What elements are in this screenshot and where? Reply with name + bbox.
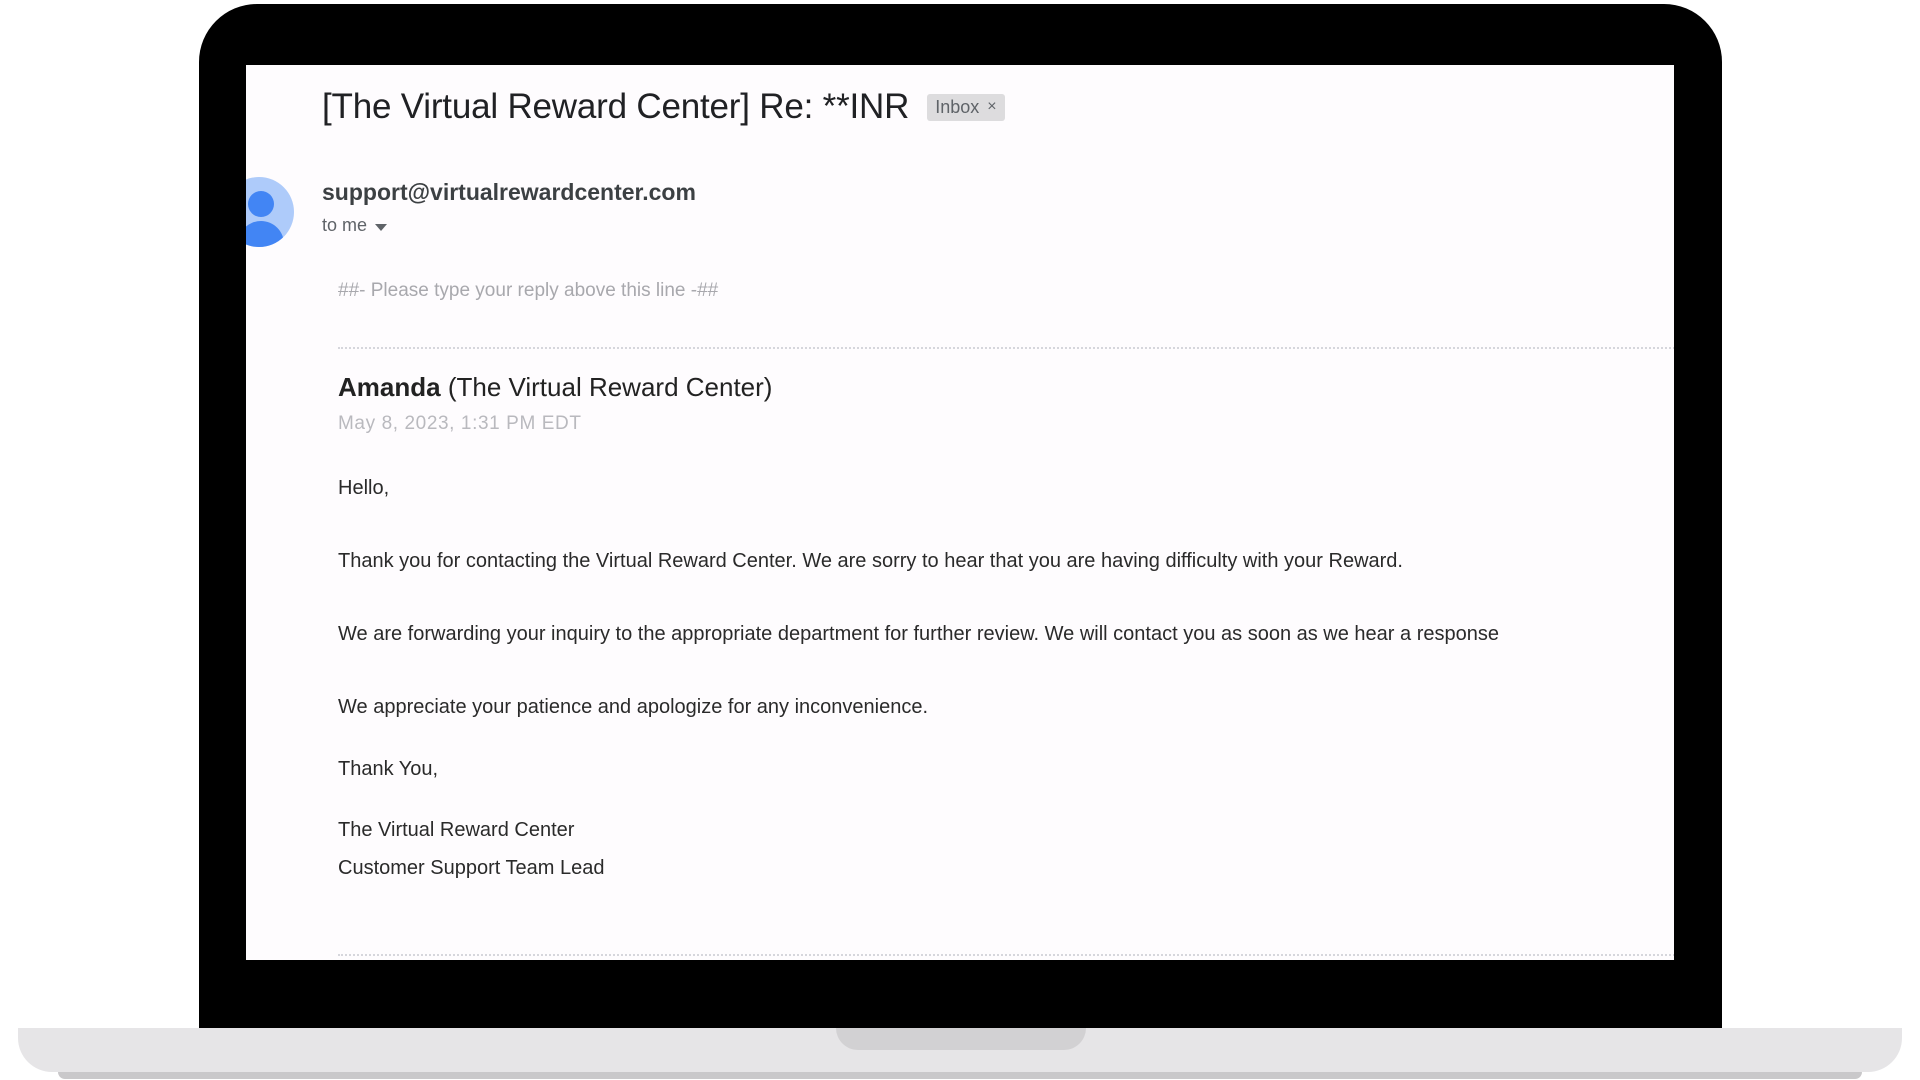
sender-email[interactable]: support@virtualrewardcenter.com	[322, 179, 696, 206]
laptop-base-edge	[58, 1072, 1862, 1079]
paragraph-1: Thank you for contacting the Virtual Rew…	[338, 550, 1403, 572]
agent-org: (The Virtual Reward Center)	[447, 372, 773, 402]
laptop-notch	[836, 1028, 1086, 1050]
email-view: [The Virtual Reward Center] Re: **INR In…	[246, 65, 1674, 960]
reply-marker: ##- Please type your reply above this li…	[338, 280, 719, 301]
recipient-details-toggle[interactable]: to me	[322, 215, 388, 236]
greeting: Hello,	[338, 477, 390, 499]
inbox-label-chip[interactable]: Inbox ×	[927, 93, 1005, 121]
inbox-label-text: Inbox	[935, 96, 980, 117]
email-subject: [The Virtual Reward Center] Re: **INR	[322, 87, 910, 126]
signature-line-2: Customer Support Team Lead	[338, 857, 605, 879]
avatar-body	[246, 221, 284, 247]
subject-row: [The Virtual Reward Center] Re: **INR In…	[322, 87, 1005, 127]
top-divider	[338, 347, 1674, 349]
agent-header: Amanda (The Virtual Reward Center)	[338, 372, 772, 403]
recipient-label: to me	[322, 215, 368, 235]
paragraph-2: We are forwarding your inquiry to the ap…	[338, 623, 1499, 645]
paragraph-3: We appreciate your patience and apologiz…	[338, 696, 929, 718]
closing: Thank You,	[338, 758, 439, 780]
close-icon[interactable]: ×	[987, 98, 996, 116]
agent-name: Amanda	[338, 372, 441, 402]
bottom-divider	[338, 954, 1674, 956]
caret-down-icon[interactable]	[375, 223, 388, 231]
message-timestamp: May 8, 2023, 1:31 PM EDT	[338, 413, 582, 434]
person-avatar-icon[interactable]	[246, 177, 294, 247]
signature-line-1: The Virtual Reward Center	[338, 819, 575, 841]
laptop-mockup: [The Virtual Reward Center] Re: **INR In…	[0, 0, 1920, 1080]
avatar-head	[248, 191, 274, 217]
